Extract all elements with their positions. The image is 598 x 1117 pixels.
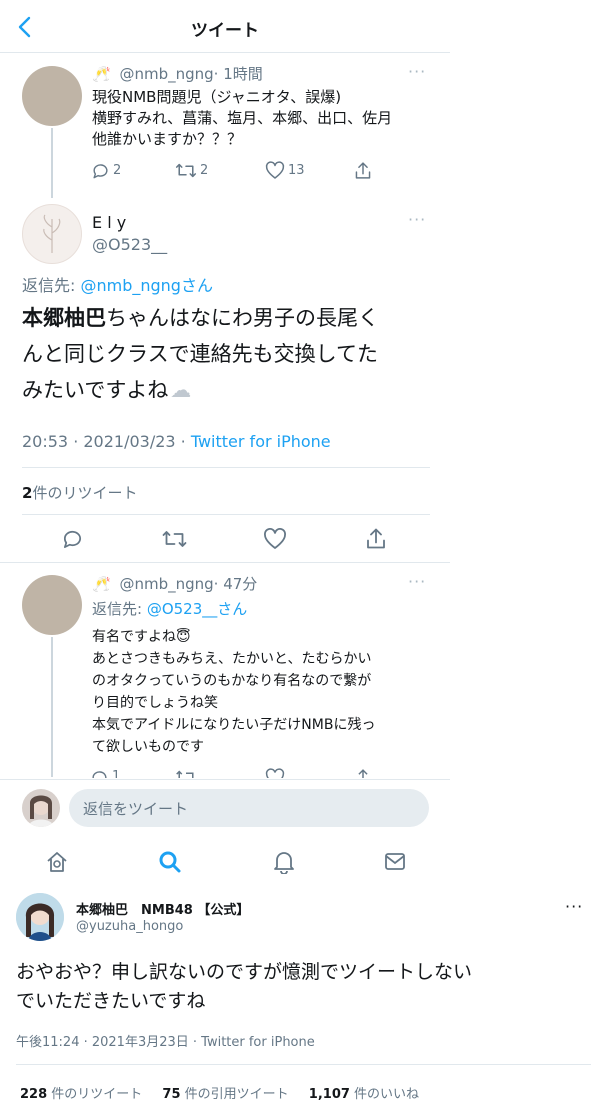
reply-to-link[interactable]: @O523__さん — [147, 600, 247, 618]
username-handle[interactable]: @nmb_ngng — [119, 65, 213, 83]
retweets-stat[interactable]: 228 件のリツイート — [20, 1087, 142, 1102]
share-icon[interactable] — [354, 768, 372, 778]
mention-name: 本郷柚巴 — [22, 306, 106, 330]
tweet-text-line: でいただきたいですね — [16, 990, 206, 1012]
tweet-text-line: り目的でしょうね笑 — [92, 695, 218, 711]
tweet-timestamp: 20:53 · 2021/03/23 · Twitter for iPhone — [22, 432, 331, 451]
tweet-text-line: 現役NMB問題児（ジャニオタ、誤爆) — [92, 88, 342, 106]
thread-line — [51, 637, 53, 777]
bottom-nav — [0, 839, 450, 885]
retweet-icon[interactable] — [175, 161, 197, 180]
retweet-count-link[interactable]: 2件のリツイート — [22, 482, 137, 503]
tweet-text: 有名ですよね😇 あとさつきもみちえ、たかいと、たむらかい のオタクっていうのもか… — [92, 626, 375, 758]
avatar[interactable] — [22, 66, 82, 126]
tweet-text-line: 本郷柚巴ちゃんはなにわ男子の長尾く — [22, 306, 379, 330]
reply-input[interactable]: 返信をツイート — [69, 789, 429, 827]
reply-count: 1 — [112, 769, 121, 778]
tweet-timestamp: 午後11:24 · 2021年3月23日 · Twitter for iPhon… — [16, 1035, 315, 1050]
likes-stat[interactable]: 1,107 件のいいね — [309, 1087, 419, 1102]
emoji: 🥂 — [92, 65, 111, 83]
messages-icon[interactable] — [384, 852, 406, 872]
thread-line — [51, 128, 53, 198]
like-icon[interactable] — [265, 161, 285, 180]
tweet-text-line: あとさつきもみちえ、たかいと、たむらかい — [92, 651, 372, 667]
avatar[interactable] — [16, 893, 64, 941]
more-options-icon[interactable]: ··· — [408, 210, 426, 229]
tweet-text-line: 他誰かいますか？？？ — [92, 130, 243, 148]
tweet-source-link[interactable]: Twitter for iPhone — [191, 432, 331, 451]
tweet-actions-clipped: 1 — [86, 766, 386, 778]
tweet-text-line: みたいですよね☁ — [22, 378, 192, 402]
search-icon[interactable] — [158, 850, 182, 874]
reply-icon[interactable] — [90, 768, 109, 778]
more-options-icon[interactable]: ··· — [408, 572, 426, 591]
avatar[interactable] — [22, 575, 82, 635]
reply-to-line: 返信先: @nmb_ngngさん — [22, 272, 213, 296]
tweet-text-line: 横野すみれ、菖蒲、塩月、本郷、出口、佐月 — [92, 109, 393, 127]
like-icon[interactable] — [263, 528, 287, 550]
tweet-text-line: んと同じクラスで連絡先も交換してた — [22, 342, 378, 366]
reply-to-line: 返信先: @O523__さん — [92, 600, 248, 618]
cloud-emoji: ☁ — [170, 378, 192, 402]
tweet-text-line: て欲しいものです — [92, 739, 204, 755]
notifications-icon[interactable] — [273, 850, 295, 874]
page-title: ツイート — [191, 21, 259, 41]
tweet-text-line: 本気でアイドルになりたい子だけNMBに残っ — [92, 717, 376, 733]
reply-icon[interactable] — [61, 527, 84, 550]
display-name[interactable]: E l y — [92, 213, 126, 232]
tweet-text-line: のオタクっていうのもかなり有名なので繋が — [92, 673, 372, 689]
quotes-stat[interactable]: 75 件の引用ツイート — [162, 1087, 288, 1102]
tweet-text-line: 有名ですよね😇 — [92, 629, 191, 645]
retweet-count: 2 — [200, 163, 209, 178]
tweet-text: 本郷柚巴ちゃんはなにわ男子の長尾く んと同じクラスで連絡先も交換してた みたいで… — [22, 300, 442, 408]
engagement-stats: 228 件のリツイート 75 件の引用ツイート 1,107 件のいいね — [20, 1083, 419, 1102]
reply-icon[interactable] — [91, 161, 110, 180]
emoji: 🥂 — [92, 575, 111, 593]
tweet-header: 🥂 @nmb_ngng· 47分 — [92, 573, 257, 594]
display-name[interactable]: 本郷柚巴 NMB48 【公式】 — [76, 899, 249, 918]
reply-count: 2 — [113, 163, 122, 178]
tweet-header: 🥂 @nmb_ngng· 1時間 — [92, 63, 263, 84]
like-count: 13 — [288, 163, 305, 178]
more-options-icon[interactable]: ··· — [565, 897, 583, 916]
avatar[interactable] — [22, 789, 60, 827]
username-handle[interactable]: @nmb_ngng — [119, 575, 213, 593]
avatar[interactable] — [22, 204, 82, 264]
tweet-text: おやおや？申し訳ないのですが憶測でツイートしない でいただきたいですね — [16, 958, 591, 1016]
more-options-icon[interactable]: ··· — [408, 62, 426, 81]
share-icon[interactable] — [354, 161, 372, 180]
retweet-icon[interactable] — [175, 768, 197, 778]
reply-to-prefix: 返信先: — [22, 276, 81, 295]
header-bar: ツイート — [0, 0, 450, 52]
username-handle[interactable]: @yuzuha_hongo — [76, 919, 183, 934]
retweet-icon[interactable] — [161, 528, 188, 550]
reply-to-link[interactable]: @nmb_ngngさん — [80, 276, 212, 295]
tweet-text: 現役NMB問題児（ジャニオタ、誤爆) 横野すみれ、菖蒲、塩月、本郷、出口、佐月 … — [92, 87, 392, 150]
like-icon[interactable] — [265, 768, 285, 778]
halo-emoji: 😇 — [176, 629, 191, 645]
tweet-time: · 47分 — [213, 575, 258, 593]
tweet-time: · 1時間 — [213, 65, 263, 83]
home-icon[interactable] — [46, 851, 68, 873]
username-handle[interactable]: @O523__ — [92, 235, 167, 254]
share-icon[interactable] — [365, 527, 387, 550]
tweet-text-line: おやおや？申し訳ないのですが憶測でツイートしない — [16, 961, 473, 983]
